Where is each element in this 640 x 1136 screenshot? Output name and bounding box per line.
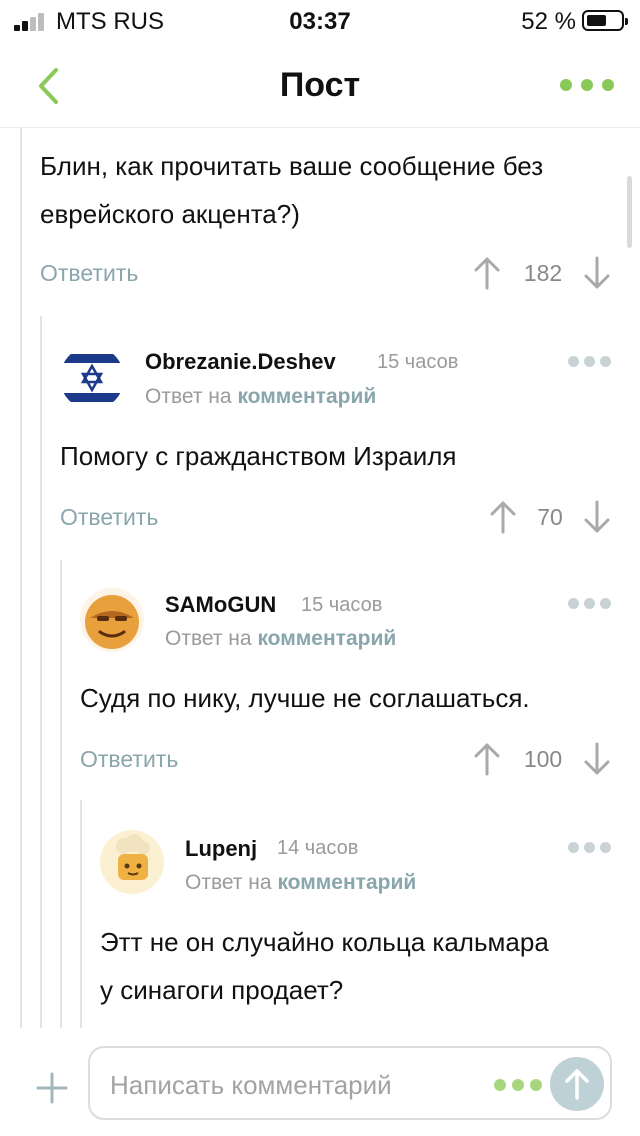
parent-comment-link[interactable]: комментарий — [237, 385, 376, 408]
reply-button[interactable]: Ответить — [80, 746, 178, 773]
upvote-button[interactable] — [488, 500, 518, 534]
thread-line — [20, 128, 22, 1028]
more-options-button[interactable] — [560, 72, 616, 98]
battery-percent: 52 % — [521, 8, 576, 35]
comment-author[interactable]: SAMoGUN — [165, 592, 276, 618]
avatar[interactable] — [100, 830, 164, 894]
parent-comment-link[interactable]: комментарий — [277, 871, 416, 894]
comment-composer: Написать комментарий — [0, 1030, 640, 1136]
thread-line — [40, 316, 42, 1028]
comment-more-button[interactable] — [568, 598, 612, 612]
downvote-button[interactable] — [582, 742, 612, 776]
reply-to-line: Ответ на комментарий — [185, 871, 417, 894]
plus-icon — [36, 1072, 68, 1104]
arrow-down-icon — [584, 500, 610, 533]
comment-input[interactable]: Написать комментарий — [88, 1046, 612, 1120]
arrow-up-icon — [565, 1069, 589, 1100]
comment-text: Блин, как прочитать ваше сообщение без е… — [40, 151, 544, 229]
comment-text: Судя по нику, лучше не соглашаться. — [80, 683, 530, 713]
arrow-up-icon — [490, 501, 516, 534]
parent-comment-link[interactable]: комментарий — [257, 627, 396, 650]
reply-button[interactable]: Ответить — [40, 260, 138, 287]
battery-icon — [582, 10, 628, 31]
comment-text: Этт не он случайно кольца кальмара у син… — [100, 927, 549, 1005]
reply-button[interactable]: Ответить — [60, 504, 158, 531]
avatar[interactable] — [80, 588, 144, 652]
input-more-button[interactable] — [494, 1079, 544, 1093]
comment-time: 14 часов — [277, 837, 359, 859]
comment-time: 15 часов — [301, 594, 383, 616]
comment-score: 100 — [523, 746, 563, 772]
comment-author[interactable]: Obrezanie.Deshev — [145, 349, 336, 375]
comment-time: 15 часов — [377, 351, 459, 373]
send-button[interactable] — [550, 1057, 604, 1111]
comment-input-placeholder: Написать комментарий — [110, 1070, 392, 1100]
cook-character-icon — [102, 834, 162, 894]
upvote-button[interactable] — [472, 256, 502, 290]
reply-to-line: Ответ на комментарий — [145, 385, 377, 408]
page-title: Пост — [279, 66, 361, 104]
comment-score: 70 — [537, 504, 563, 530]
smiling-face-icon — [85, 595, 139, 649]
thread-line — [80, 800, 82, 1028]
comment-author[interactable]: Lupenj — [185, 836, 257, 862]
upvote-button[interactable] — [472, 742, 502, 776]
thread-line — [60, 560, 62, 1028]
arrow-up-icon — [474, 257, 500, 290]
arrow-down-icon — [584, 256, 610, 289]
scroll-indicator[interactable] — [627, 176, 632, 248]
avatar[interactable] — [60, 346, 124, 410]
comment-text: Помогу с гражданством Израиля — [60, 441, 457, 471]
reply-to-line: Ответ на комментарий — [165, 627, 397, 650]
arrow-up-icon — [474, 743, 500, 776]
comment-more-button[interactable] — [568, 842, 612, 856]
nav-header: Пост — [0, 44, 640, 128]
downvote-button[interactable] — [582, 256, 612, 290]
arrow-down-icon — [584, 742, 610, 775]
israel-flag-icon — [60, 346, 124, 410]
downvote-button[interactable] — [582, 500, 612, 534]
status-bar: MTS RUS 03:37 52 % — [0, 0, 640, 44]
comment-score: 182 — [523, 260, 563, 286]
attach-button[interactable] — [34, 1070, 70, 1106]
comment-more-button[interactable] — [568, 356, 612, 370]
